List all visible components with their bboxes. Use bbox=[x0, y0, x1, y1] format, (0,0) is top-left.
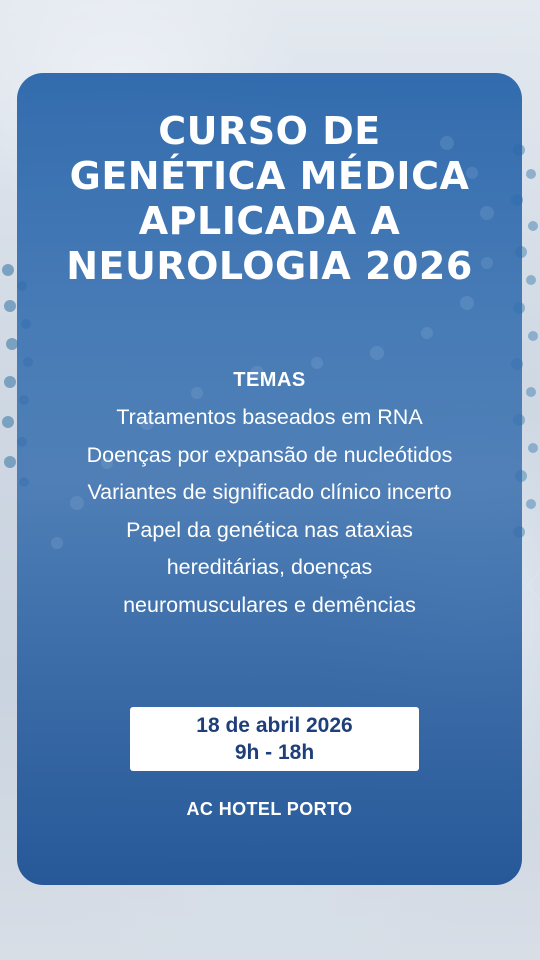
topic-line: Doenças por expansão de nucleótidos bbox=[86, 442, 453, 467]
topic-line: Variantes de significado clínico incerto bbox=[87, 480, 452, 505]
topic-line: neuromusculares e demências bbox=[123, 592, 416, 617]
date-time-box: 18 de abril 2026 9h - 18h bbox=[130, 707, 419, 771]
event-date: 18 de abril 2026 bbox=[196, 714, 353, 737]
topic-line: hereditárias, doenças bbox=[166, 555, 373, 580]
topics-list: Tratamentos baseados em RNA Doenças por … bbox=[17, 399, 522, 625]
course-title: CURSO DE GENÉTICA MÉDICA APLICADA A NEUR… bbox=[17, 109, 522, 289]
topic-line: Papel da genética nas ataxias bbox=[126, 517, 413, 542]
event-venue: AC HOTEL PORTO bbox=[186, 799, 353, 819]
temas-heading: TEMAS bbox=[233, 369, 306, 391]
title-line: APLICADA A bbox=[138, 199, 401, 243]
title-line: CURSO DE bbox=[158, 109, 381, 153]
title-line: GENÉTICA MÉDICA bbox=[69, 154, 470, 198]
event-card: CURSO DE GENÉTICA MÉDICA APLICADA A NEUR… bbox=[17, 73, 522, 885]
title-line: NEUROLOGIA 2026 bbox=[66, 244, 473, 288]
event-time: 9h - 18h bbox=[234, 741, 315, 764]
topic-line: Tratamentos baseados em RNA bbox=[116, 405, 423, 429]
